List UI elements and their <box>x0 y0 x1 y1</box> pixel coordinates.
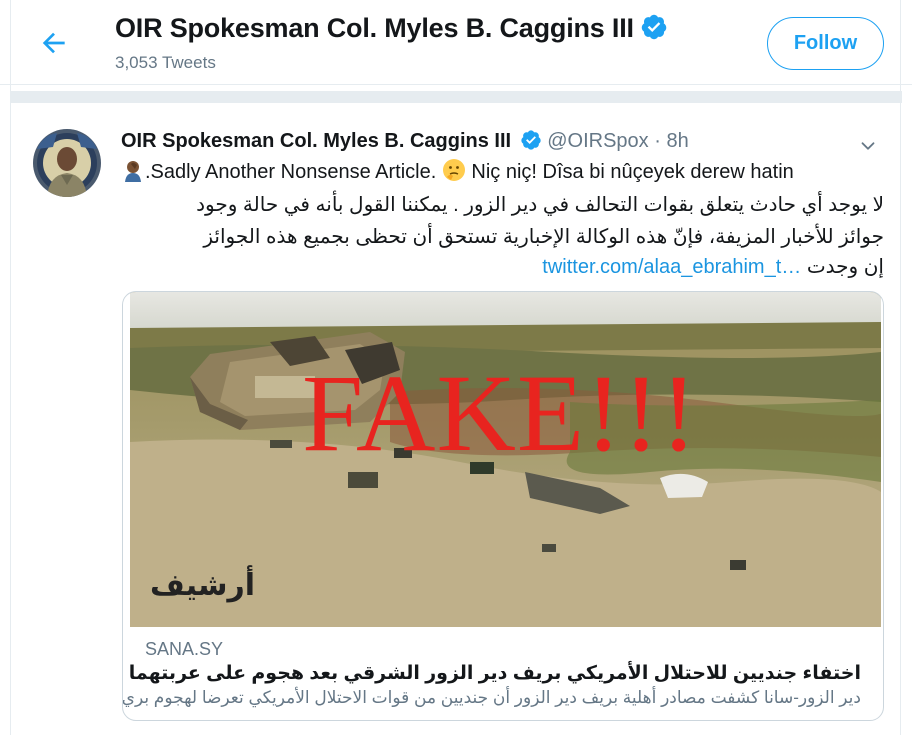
card-image[interactable]: FAKE!!! أرشيف <box>130 292 881 627</box>
tweet-text-line-3: جوائز للأخبار المزيفة، فإنّ هذه الوكالة … <box>203 226 884 248</box>
verified-badge-icon <box>521 130 541 150</box>
link-card[interactable]: FAKE!!! أرشيف SANA.SY اختفاء جنديين للاح… <box>122 291 884 721</box>
section-divider <box>10 91 902 103</box>
card-title: اختفاء جنديين للاحتلال الأمريكي بريف دير… <box>123 663 861 684</box>
tweet-link[interactable]: twitter.com/alaa_ebrahim_t… <box>542 256 801 278</box>
card-site: SANA.SY <box>145 639 224 659</box>
tweet-timestamp[interactable]: 8h <box>666 130 688 152</box>
card-description: دير الزور-سانا كشفت مصادر أهلية بريف دير… <box>122 688 861 707</box>
profile-name-heading: OIR Spokesman Col. Myles B. Caggins III <box>115 13 668 44</box>
tweet-handle[interactable]: @OIRSpox <box>547 130 648 152</box>
tweet-author-name[interactable]: OIR Spokesman Col. Myles B. Caggins III <box>121 130 511 152</box>
thinking-face-emoji <box>442 159 465 181</box>
avatar[interactable] <box>33 129 101 197</box>
fake-overlay-text: FAKE!!! <box>302 352 698 474</box>
tweet-text-kurdish: Niç niç! Dîsa bi nûçeyek derew hatin <box>465 161 794 183</box>
tweet-header: OIR Spokesman Col. Myles B. Caggins III … <box>121 129 689 153</box>
tweet-count: 3,053 Tweets <box>115 53 216 72</box>
tweet-text-line-2: لا يوجد أي حادث يتعلق بقوات التحالف في د… <box>196 194 884 216</box>
tweet-text-line-4: إن وجدت twitter.com/alaa_ebrahim_t… <box>542 252 884 282</box>
tweet-text-line-1: .Sadly Another Nonsense Article. Niç niç… <box>121 157 794 187</box>
tweet-text-english: .Sadly Another Nonsense Article. <box>145 161 442 183</box>
tweet-text-arabic-end: إن وجدت <box>806 256 884 278</box>
verified-badge-icon <box>641 14 667 40</box>
archive-watermark: أرشيف <box>150 569 256 602</box>
person-facepalming-emoji <box>125 161 141 182</box>
separator-dot: · <box>654 130 661 152</box>
back-arrow-icon[interactable] <box>38 27 70 59</box>
follow-button[interactable]: Follow <box>767 17 884 70</box>
chevron-down-icon[interactable] <box>857 135 879 157</box>
profile-header: OIR Spokesman Col. Myles B. Caggins III … <box>0 0 912 85</box>
profile-name: OIR Spokesman Col. Myles B. Caggins III <box>115 13 634 43</box>
tweet[interactable]: OIR Spokesman Col. Myles B. Caggins III … <box>10 103 902 735</box>
